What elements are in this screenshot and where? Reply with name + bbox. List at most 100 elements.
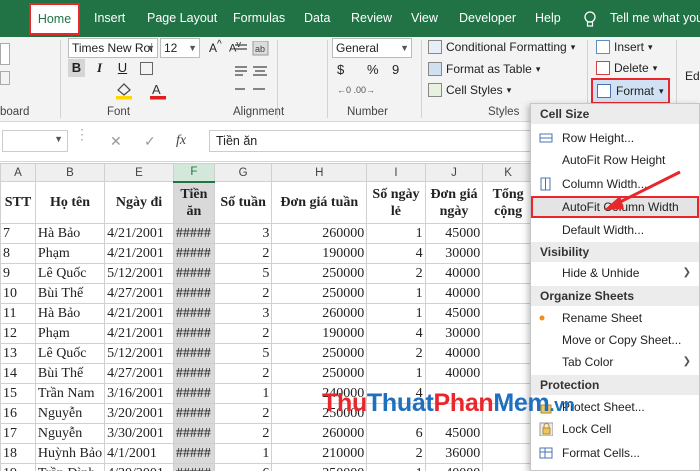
- cell[interactable]: 4/21/2001: [104, 243, 174, 264]
- italic-button[interactable]: I: [91, 59, 108, 77]
- cell[interactable]: 30000: [424, 323, 484, 344]
- cell[interactable]: 1: [213, 443, 273, 464]
- cell[interactable]: [482, 423, 534, 444]
- cell[interactable]: Phạm: [34, 323, 106, 344]
- tab-developer[interactable]: Developer: [459, 0, 516, 37]
- column-header-h[interactable]: H: [271, 163, 368, 182]
- cell[interactable]: [482, 443, 534, 464]
- cell[interactable]: 40000: [424, 263, 484, 284]
- cell[interactable]: 10: [0, 283, 36, 304]
- cell[interactable]: 40000: [424, 283, 484, 304]
- cell[interactable]: 13: [0, 343, 36, 364]
- cell[interactable]: 250000: [271, 343, 368, 364]
- comma-button[interactable]: 9: [392, 62, 399, 77]
- cell[interactable]: 5: [213, 343, 273, 364]
- column-header-i[interactable]: I: [366, 163, 426, 182]
- tab-data[interactable]: Data: [304, 0, 330, 37]
- cell[interactable]: 4/27/2001: [104, 283, 174, 304]
- cell[interactable]: 8: [0, 243, 36, 264]
- header-cell[interactable]: STT: [0, 181, 36, 224]
- cell[interactable]: Huỳnh Bảo: [34, 443, 106, 464]
- format-painter-icon[interactable]: [0, 71, 10, 85]
- cell[interactable]: 1: [213, 383, 273, 404]
- cell[interactable]: 2: [213, 323, 273, 344]
- cell[interactable]: [482, 283, 534, 304]
- cell[interactable]: 260000: [271, 223, 368, 244]
- worksheet-table[interactable]: ABEFGHIJK STT Họ tên Ngày đi Tiền ăn Số tuần…: [0, 163, 534, 471]
- insert-function-icon[interactable]: fx: [176, 133, 186, 149]
- cell[interactable]: #####: [172, 303, 215, 324]
- header-cell[interactable]: Số ngày lẻ: [366, 181, 426, 224]
- header-cell[interactable]: Tiền ăn: [172, 181, 215, 224]
- cancel-icon[interactable]: ✕: [110, 133, 122, 150]
- cell-styles-button[interactable]: Cell Styles ▾: [428, 83, 511, 97]
- cell[interactable]: 4/1/2001: [104, 443, 174, 464]
- cell[interactable]: 2: [366, 343, 426, 364]
- tab-page-layout[interactable]: Page Layout: [147, 0, 217, 37]
- cell[interactable]: 3: [213, 223, 273, 244]
- cell[interactable]: Nguyễn: [34, 423, 106, 444]
- delete-cells-button[interactable]: Delete ▾: [596, 61, 657, 75]
- cell[interactable]: 3: [213, 303, 273, 324]
- cell[interactable]: 30000: [424, 243, 484, 264]
- cell[interactable]: #####: [172, 423, 215, 444]
- cell[interactable]: 2: [213, 363, 273, 384]
- tab-view[interactable]: View: [411, 0, 438, 37]
- cell[interactable]: 4/21/2001: [104, 323, 174, 344]
- cell[interactable]: 250000: [271, 263, 368, 284]
- alignment-buttons[interactable]: ab: [233, 40, 273, 101]
- cell[interactable]: 45000: [424, 423, 484, 444]
- name-box[interactable]: ▼: [2, 130, 68, 152]
- currency-button[interactable]: $: [337, 62, 344, 77]
- cell[interactable]: #####: [172, 383, 215, 404]
- cell[interactable]: 40000: [424, 463, 484, 471]
- column-header-g[interactable]: G: [213, 163, 273, 182]
- cell[interactable]: 2: [213, 283, 273, 304]
- menu-default-width[interactable]: Default Width...: [531, 219, 699, 241]
- cell[interactable]: [482, 243, 534, 264]
- cell[interactable]: 4/27/2001: [104, 363, 174, 384]
- tab-help[interactable]: Help: [535, 0, 561, 37]
- cell[interactable]: Bùi Thế: [34, 283, 106, 304]
- cell[interactable]: Trần Đình: [34, 463, 106, 471]
- paste-icon[interactable]: [0, 43, 10, 65]
- cell[interactable]: 260000: [271, 423, 368, 444]
- cell[interactable]: 45000: [424, 223, 484, 244]
- cell[interactable]: 36000: [424, 443, 484, 464]
- borders-icon[interactable]: [140, 62, 153, 75]
- formula-input[interactable]: Tiền ăn: [209, 130, 539, 152]
- cell[interactable]: #####: [172, 363, 215, 384]
- cell[interactable]: 5/12/2001: [104, 343, 174, 364]
- cell[interactable]: Lê Quốc: [34, 343, 106, 364]
- cell[interactable]: 15: [0, 383, 36, 404]
- cell[interactable]: [482, 223, 534, 244]
- cell[interactable]: 2: [213, 243, 273, 264]
- increase-font-icon[interactable]: A^: [209, 39, 223, 55]
- font-color-icon[interactable]: A: [148, 82, 168, 100]
- tab-formulas[interactable]: Formulas: [233, 0, 285, 37]
- column-header-a[interactable]: A: [0, 163, 36, 182]
- font-size-combo[interactable]: 12 ▼: [160, 38, 200, 58]
- cell[interactable]: 2: [366, 443, 426, 464]
- cell[interactable]: 2: [366, 263, 426, 284]
- cell[interactable]: 250000: [271, 283, 368, 304]
- cell[interactable]: 14: [0, 363, 36, 384]
- tab-home[interactable]: Home: [29, 3, 80, 35]
- cell[interactable]: 5/12/2001: [104, 263, 174, 284]
- cell[interactable]: 4: [366, 243, 426, 264]
- header-cell[interactable]: Ngày đi: [104, 181, 174, 224]
- column-header-e[interactable]: E: [104, 163, 174, 182]
- cell[interactable]: Trần Nam: [34, 383, 106, 404]
- cell[interactable]: #####: [172, 443, 215, 464]
- decimal-buttons[interactable]: ←0 .00→: [337, 85, 375, 95]
- column-header-b[interactable]: B: [34, 163, 106, 182]
- format-as-table-button[interactable]: Format as Table ▾: [428, 62, 540, 76]
- cell[interactable]: [482, 463, 534, 471]
- cell[interactable]: Bùi Thế: [34, 363, 106, 384]
- underline-button[interactable]: U: [114, 59, 131, 77]
- menu-lock-cell[interactable]: Lock Cell: [531, 418, 699, 440]
- cell[interactable]: 1: [366, 283, 426, 304]
- cell[interactable]: #####: [172, 283, 215, 304]
- header-cell[interactable]: Đơn giá tuần: [271, 181, 368, 224]
- header-cell[interactable]: Tổng cộng: [482, 181, 534, 224]
